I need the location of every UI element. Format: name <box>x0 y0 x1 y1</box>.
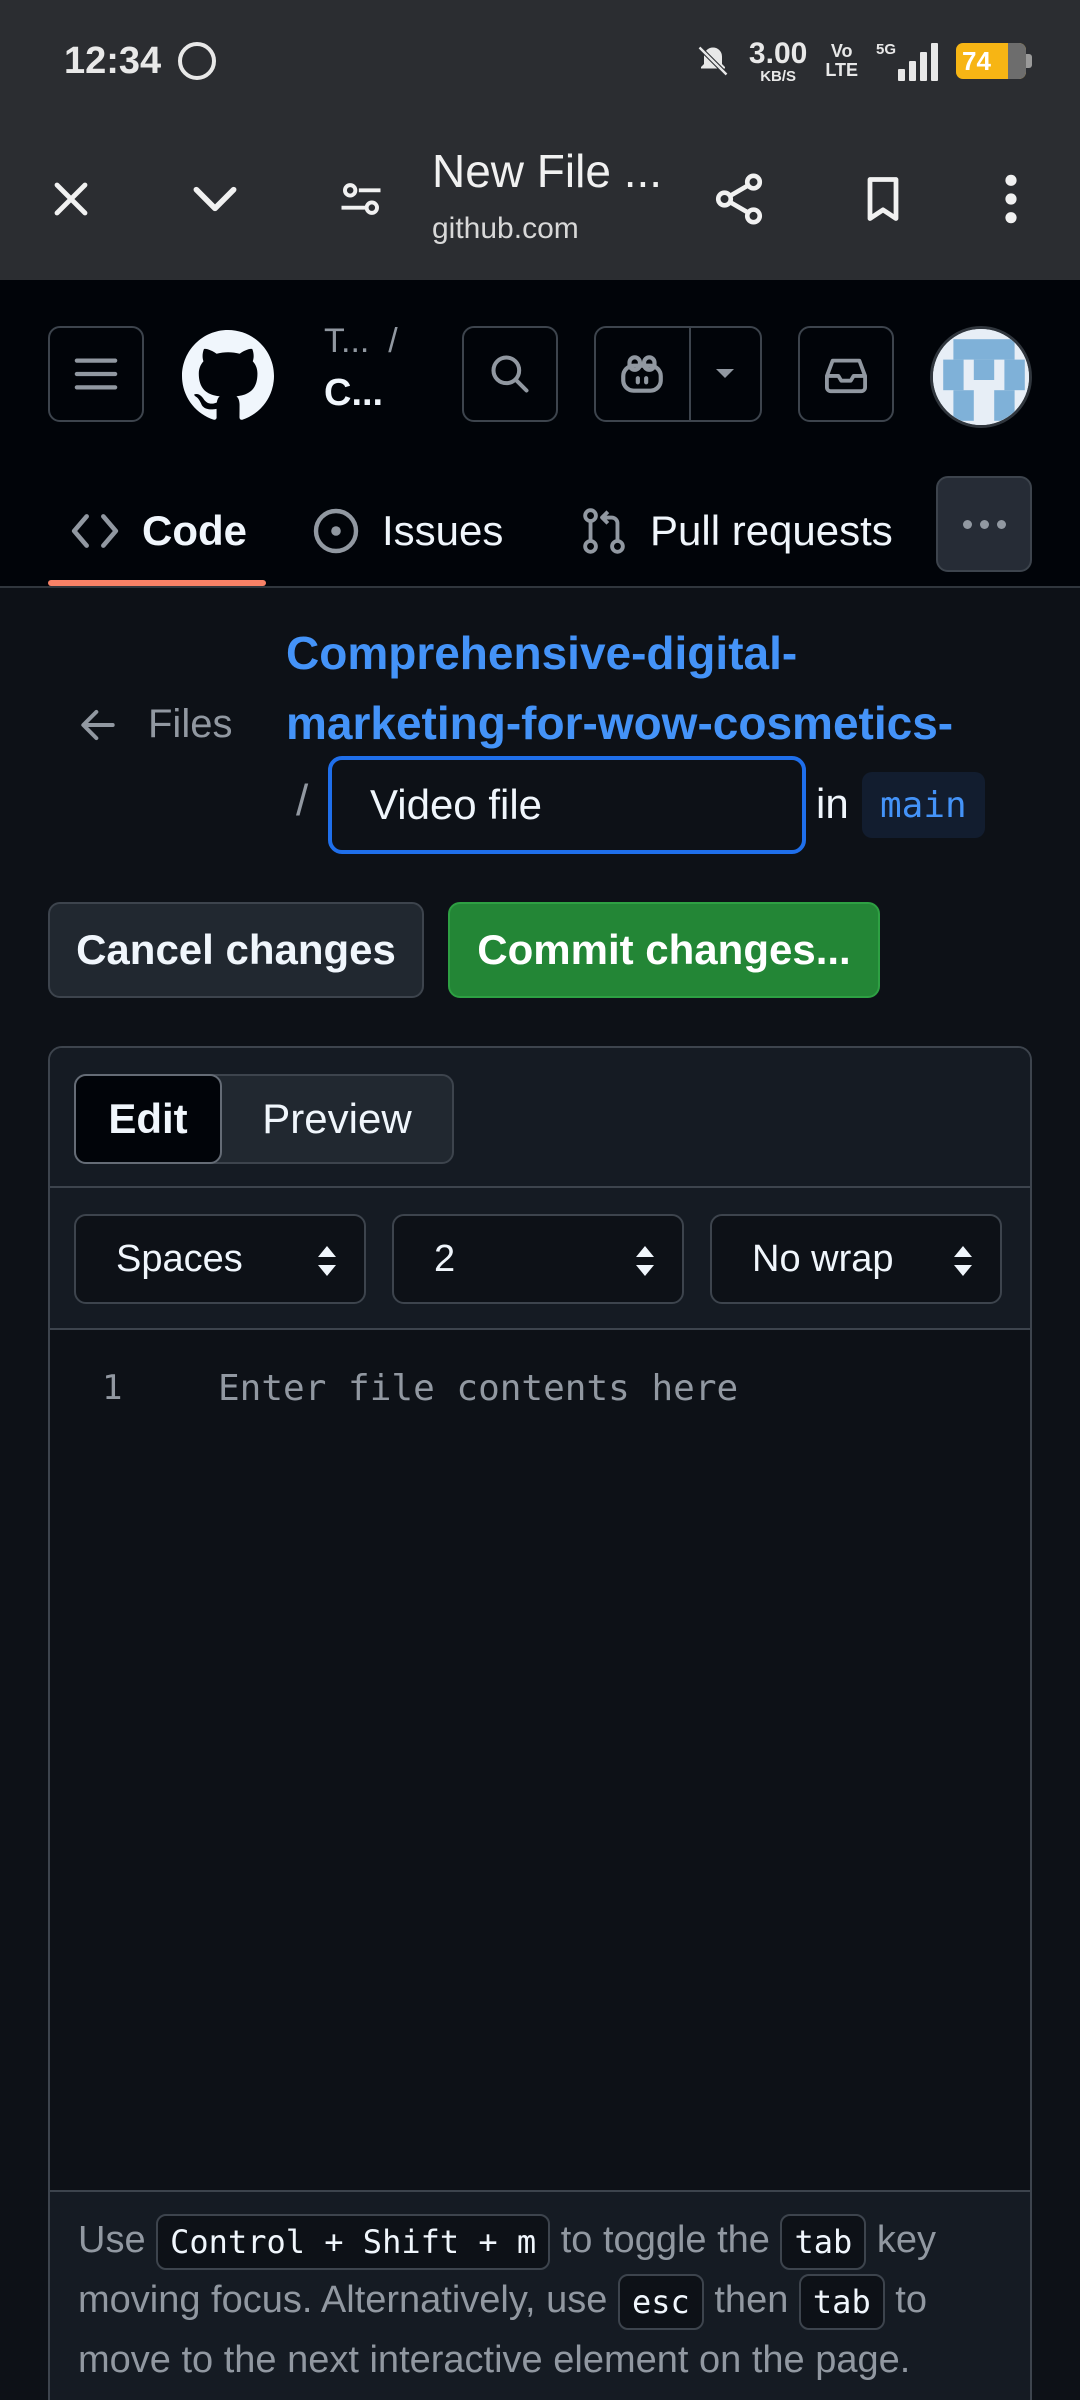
volte-indicator: Vo LTE <box>825 41 858 80</box>
pull-request-icon <box>583 508 625 554</box>
indent-mode-select[interactable]: Spaces <box>74 1214 366 1304</box>
file-editor: Edit Preview Spaces 2 No wrap 1 Enter fi… <box>48 1046 1032 2400</box>
tab-issues[interactable]: Issues <box>312 476 503 586</box>
menu-icon <box>74 358 118 390</box>
github-header: T... / C... Code Issues Pull requests <box>0 280 1080 588</box>
copilot-button[interactable] <box>596 328 691 420</box>
repo-nav-tabs: Code Issues Pull requests <box>0 476 1080 586</box>
code-icon <box>71 514 119 548</box>
close-icon[interactable] <box>36 164 106 234</box>
chevron-down-icon[interactable] <box>180 164 250 234</box>
line-number: 1 <box>102 1368 123 1408</box>
repo-owner-link[interactable]: T... / <box>324 322 398 361</box>
search-icon <box>491 355 529 393</box>
copilot-dropdown-button[interactable] <box>691 328 760 420</box>
page-url[interactable]: github.com <box>432 212 579 246</box>
browser-toolbar: New File ... github.com <box>0 124 1080 280</box>
tab-code[interactable]: Code <box>70 476 247 586</box>
back-to-files-link[interactable]: Files <box>78 702 232 747</box>
repo-breadcrumb-link[interactable]: Comprehensive-digital- marketing-for-wow… <box>286 618 953 758</box>
select-arrows-icon <box>636 1246 654 1276</box>
cancel-changes-button[interactable]: Cancel changes <box>48 902 424 998</box>
bookmark-icon[interactable] <box>848 164 918 234</box>
tab-preview[interactable]: Preview <box>222 1076 452 1162</box>
issue-icon <box>313 508 359 554</box>
signal-icon: 5G <box>876 41 938 81</box>
tab-pull-requests[interactable]: Pull requests <box>580 476 893 586</box>
page-settings-icon[interactable] <box>326 164 396 234</box>
keyboard-hint: Use Control + Shift + m to toggle the ta… <box>50 2190 1030 2400</box>
status-time: 12:34 <box>64 40 162 82</box>
search-button[interactable] <box>462 326 558 422</box>
select-arrows-icon <box>318 1246 336 1276</box>
repo-name-link[interactable]: C... <box>324 372 383 415</box>
editor-header: Edit Preview <box>50 1048 1030 1188</box>
status-bar: 12:34 3.00 KB/S Vo LTE 5G 74 <box>0 0 1080 124</box>
mute-bell-icon <box>695 43 731 79</box>
whatsapp-icon <box>178 42 216 80</box>
inbox-button[interactable] <box>798 326 894 422</box>
kbd-esc: esc <box>618 2273 704 2330</box>
status-indicators: 3.00 KB/S Vo LTE 5G 74 <box>695 36 1032 86</box>
editor-placeholder: Enter file contents here <box>218 1368 739 1409</box>
commit-changes-button[interactable]: Commit changes... <box>448 902 880 998</box>
share-icon[interactable] <box>704 164 774 234</box>
indent-size-select[interactable]: 2 <box>392 1214 684 1304</box>
editor-options-bar: Spaces 2 No wrap <box>50 1188 1030 1330</box>
active-tab-indicator <box>48 580 266 586</box>
more-tabs-button[interactable] <box>936 476 1032 572</box>
hamburger-menu-button[interactable] <box>48 326 144 422</box>
more-vert-icon[interactable] <box>976 164 1046 234</box>
network-speed: 3.00 KB/S <box>748 36 808 85</box>
file-name-input[interactable]: Video file <box>328 756 806 854</box>
kbd-tab: tab <box>798 2273 885 2330</box>
code-editor-area[interactable]: 1 Enter file contents here <box>50 1330 1030 2238</box>
github-logo-icon[interactable] <box>182 330 274 422</box>
tab-edit[interactable]: Edit <box>74 1074 222 1164</box>
select-arrows-icon <box>954 1246 972 1276</box>
page-title[interactable]: New File ... <box>432 144 662 198</box>
avatar[interactable] <box>930 326 1032 428</box>
wrap-mode-select[interactable]: No wrap <box>710 1214 1002 1304</box>
arrow-left-icon <box>81 709 115 740</box>
copilot-button-group <box>594 326 762 422</box>
battery-icon: 74 <box>956 43 1032 79</box>
path-separator: / <box>296 776 309 825</box>
branch-name: main <box>862 772 985 838</box>
caret-down-icon <box>716 369 735 378</box>
kbd-tab: tab <box>780 2213 867 2270</box>
kbd-shortcut: Control + Shift + m <box>156 2213 551 2270</box>
edit-preview-toggle: Edit Preview <box>74 1074 454 1164</box>
in-label: in <box>816 780 849 827</box>
inbox-icon <box>825 358 867 394</box>
copilot-icon <box>621 355 664 393</box>
